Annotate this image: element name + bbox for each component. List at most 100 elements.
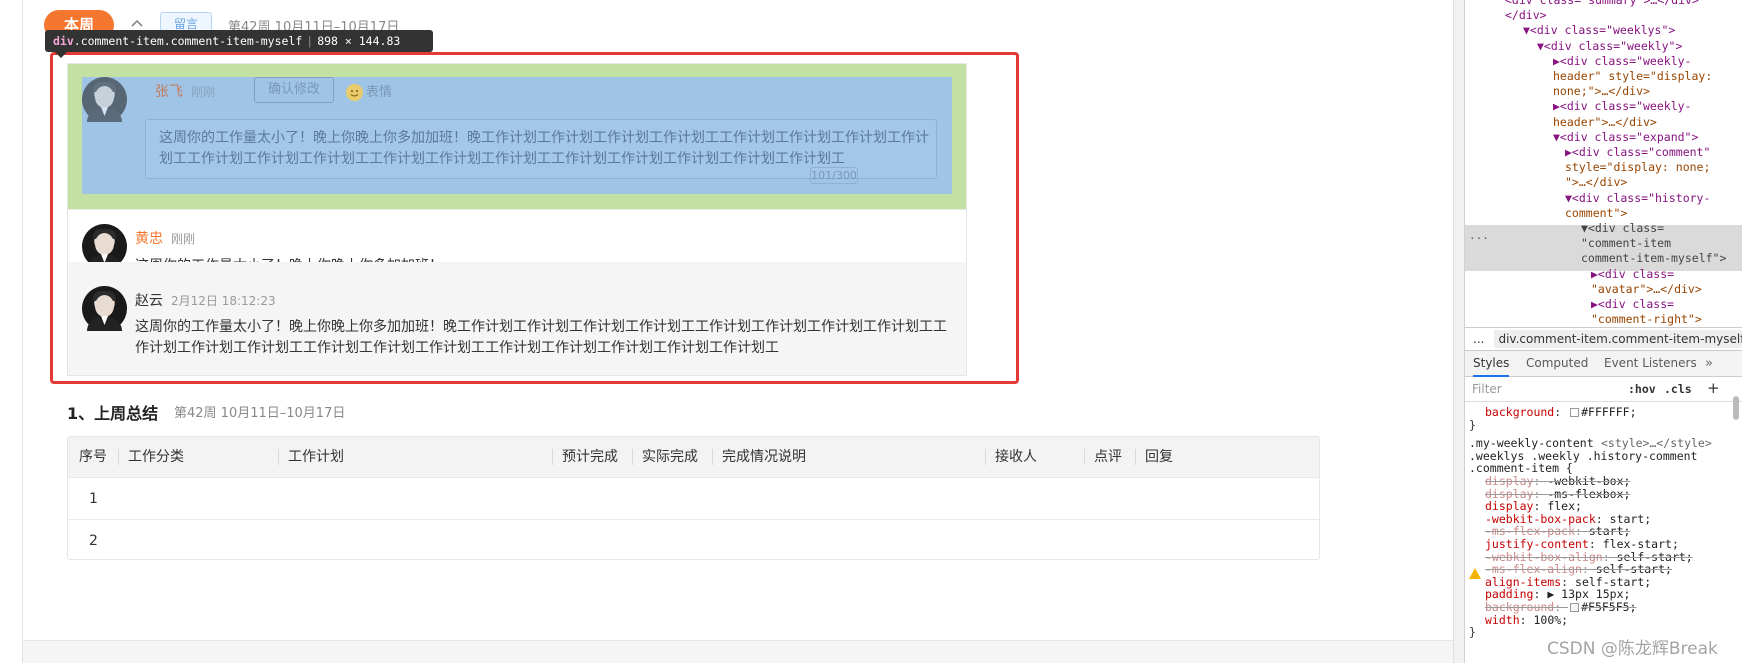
column-divider (632, 449, 633, 465)
devtools-panel: ... <div class="summary">…</div> </div> ▼<… (1464, 0, 1742, 663)
dom-node-line[interactable]: comment-item-myself"> (1581, 251, 1726, 266)
dom-node-line[interactable]: ▼<div class="expand"> (1553, 130, 1698, 145)
node-menu-dots[interactable]: ... (1469, 228, 1489, 243)
dom-node-line[interactable]: ▼<div class="weeklys"> (1523, 23, 1675, 38)
tab-event-listeners[interactable]: Event Listeners (1604, 351, 1697, 377)
column-header: 序号 (79, 449, 107, 465)
styles-pane: background: #FFFFFF;} .my-weekly-content <… (1465, 402, 1742, 663)
column-divider (278, 449, 279, 465)
dom-node-line[interactable]: ▶<div class="weekly- (1553, 99, 1691, 114)
column-divider (712, 449, 713, 465)
column-divider (552, 449, 553, 465)
row-index: 2 (89, 533, 98, 549)
cls-toggle[interactable]: .cls (1664, 380, 1692, 398)
dom-node-line[interactable]: ">…</div> (1565, 175, 1627, 190)
tooltip-dimensions: 898 × 144.83 (317, 34, 401, 48)
emoji-button[interactable]: 表情 (346, 81, 392, 101)
section-week-range: 第42周 10月11日–10月17日 (174, 406, 346, 421)
column-divider (1084, 449, 1085, 465)
double-chevron-right-icon[interactable]: » (1705, 351, 1713, 376)
column-header: 预计完成 (562, 449, 618, 465)
person-avatar-icon (82, 286, 127, 331)
breadcrumb: ... div.comment-item.comment-item-myself (1465, 327, 1742, 351)
dom-node-line[interactable]: ▼<div class= (1581, 221, 1664, 236)
css-rule-close: } (1469, 625, 1476, 640)
weekly-report-content: 本周 留言 第42周 10月11日–10月17日 张飞 刚刚 确认修改 表情 这… (23, 0, 1453, 663)
column-divider (985, 449, 986, 465)
css-declaration: background: #FFFFFF; (1485, 405, 1637, 419)
breadcrumb-current[interactable]: div.comment-item.comment-item-myself (1494, 330, 1742, 348)
watermark: CSDN @陈龙辉Break (1547, 639, 1718, 659)
styles-filter-input[interactable]: Filter (1472, 380, 1592, 398)
dom-node-line[interactable]: ▼<div class="history- (1565, 191, 1710, 206)
person-avatar-icon (82, 77, 127, 122)
left-gutter (0, 0, 23, 663)
dom-node-line[interactable]: style="display: none; (1565, 160, 1710, 175)
dom-node-line[interactable]: "comment-item (1581, 236, 1671, 251)
summary-table: 序号 工作分类 工作计划 预计完成 实际完成 完成情况说明 接收人 点评 回复 … (67, 436, 1320, 560)
column-header: 完成情况说明 (722, 449, 806, 465)
dom-node-line[interactable]: ▶<div class="weekly- (1553, 54, 1691, 69)
css-property-name[interactable]: background (1485, 405, 1554, 419)
table-header: 序号 工作分类 工作计划 预计完成 实际完成 完成情况说明 接收人 点评 回复 (68, 437, 1319, 477)
browser-page: 本周 留言 第42周 10月11日–10月17日 张飞 刚刚 确认修改 表情 这… (0, 0, 1742, 663)
dom-node-line[interactable]: "avatar">…</div> (1591, 282, 1702, 297)
dom-node-line[interactable]: ▼<div class="weekly"> (1537, 39, 1682, 54)
column-header: 工作分类 (128, 449, 184, 465)
css-property-name[interactable]: width (1485, 613, 1520, 627)
comment-time: 刚刚 (171, 232, 196, 246)
column-header: 回复 (1145, 449, 1173, 465)
tab-computed[interactable]: Computed (1526, 351, 1588, 377)
confirm-edit-button[interactable]: 确认修改 (254, 77, 334, 103)
css-property-value[interactable]: #FFFFFF; (1581, 405, 1636, 419)
elements-tree: ... <div class="summary">…</div> </div> ▼<… (1465, 0, 1742, 327)
css-declaration: width: 100%; (1485, 612, 1569, 627)
breadcrumb-dots[interactable]: ... (1473, 332, 1484, 346)
emoji-label: 表情 (366, 85, 393, 100)
tooltip-classes: .comment-item.comment-item-myself (73, 34, 303, 48)
css-rule-close: } (1469, 417, 1476, 432)
dom-node-line[interactable]: ▶<div class="comment" (1565, 145, 1710, 160)
color-swatch-icon[interactable] (1570, 603, 1580, 612)
page-scrollbar[interactable] (1453, 0, 1464, 663)
comment-text: 这周你的工作量太小了！晚上你晚上你多加加班！晚工作计划工作计划工作计划工作计划工… (135, 319, 947, 356)
plus-icon[interactable]: + (1707, 378, 1720, 398)
column-divider (118, 449, 119, 465)
tooltip-tag: div (53, 34, 74, 48)
history-comment-list: 张飞 刚刚 确认修改 表情 这周你的工作量太小了！晚上你晚上你多加加班！晚工作计… (67, 63, 967, 376)
textarea-value: 这周你的工作量太小了！晚上你晚上你多加加班！晚工作计划工作计划工作计划工作计划工… (159, 130, 929, 167)
comment-author: 张飞 (155, 84, 183, 100)
dom-node-line[interactable]: header">…</div> (1553, 115, 1657, 130)
column-header: 接收人 (995, 449, 1037, 465)
column-divider (1135, 449, 1136, 465)
column-header: 工作计划 (288, 449, 344, 465)
tab-styles[interactable]: Styles (1473, 351, 1510, 377)
styles-filter-bar: Filter :hov .cls + (1465, 377, 1742, 402)
row-index: 1 (89, 491, 98, 507)
section-title: 1、上周总结 (67, 404, 159, 423)
css-property-value[interactable]: 100%; (1533, 613, 1568, 627)
comment-time: 2月12日 18:12:23 (171, 294, 276, 308)
column-header: 实际完成 (642, 449, 698, 465)
table-row[interactable]: 1 (68, 477, 1319, 519)
comment-divider (68, 209, 966, 210)
dom-node-line[interactable]: </div> (1505, 8, 1547, 23)
hov-toggle[interactable]: :hov (1628, 380, 1656, 398)
devtools-tabs: Styles Computed Event Listeners » (1465, 351, 1742, 377)
table-row[interactable]: 2 (68, 519, 1319, 559)
warning-triangle-icon (1469, 568, 1481, 579)
tooltip-arrow (55, 52, 67, 58)
css-property-value[interactable]: #F5F5F5; (1581, 600, 1636, 614)
dom-node-line[interactable]: ▶<div class= (1591, 267, 1674, 282)
color-swatch-icon[interactable] (1570, 408, 1580, 417)
dom-node-line[interactable]: comment"> (1565, 206, 1627, 221)
dom-node-line[interactable]: ▶<div class= (1591, 297, 1674, 312)
inspector-tooltip: div.comment-item.comment-item-myself | 898… (45, 30, 433, 52)
dom-node-line[interactable]: "comment-right"> (1591, 312, 1702, 327)
dom-node-line[interactable]: header" style="display: (1553, 69, 1712, 84)
column-header: 点评 (1094, 449, 1122, 465)
char-counter: 101/300 (810, 167, 858, 184)
dom-node-line[interactable]: none;">…</div> (1553, 84, 1650, 99)
dom-node-line[interactable]: <div class="summary">…</div> (1505, 0, 1699, 8)
smiley-icon (346, 84, 363, 101)
